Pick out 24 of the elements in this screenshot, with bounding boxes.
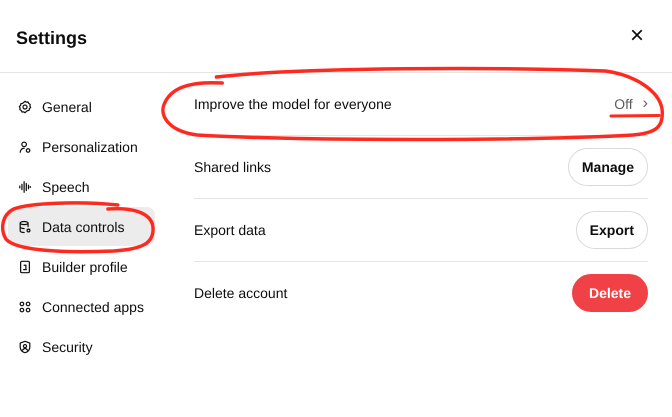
close-button[interactable]: ×	[626, 24, 648, 48]
four-circles-icon	[18, 300, 32, 314]
shield-icon	[18, 340, 32, 354]
sidebar-item[interactable]: Personalization	[8, 127, 155, 166]
delete-button[interactable]: Delete	[572, 274, 648, 312]
setting-label: Shared links	[194, 159, 272, 175]
setting-value-link[interactable]: Off ›	[614, 95, 648, 113]
sidebar-item[interactable]: Security	[8, 327, 155, 366]
database-icon	[18, 220, 32, 234]
sidebar-item[interactable]: Speech	[8, 167, 155, 206]
setting-label: Delete account	[194, 285, 288, 301]
setting-label: Export data	[194, 222, 266, 238]
sidebar-item[interactable]: Builder profile	[8, 247, 155, 286]
sidebar-item[interactable]: General	[8, 87, 155, 126]
action-button[interactable]: Export	[576, 211, 648, 249]
sound-wave-icon	[18, 180, 32, 194]
action-button[interactable]: Manage	[568, 148, 648, 186]
setting-label: Improve the model for everyone	[194, 96, 392, 112]
person-icon	[18, 140, 32, 154]
sidebar-item[interactable]: Data controls	[8, 207, 155, 246]
sidebar-item[interactable]: Connected apps	[8, 287, 155, 326]
dialog-title: Settings	[16, 26, 88, 48]
settings-icon	[18, 100, 32, 114]
id-badge-icon	[18, 260, 32, 274]
